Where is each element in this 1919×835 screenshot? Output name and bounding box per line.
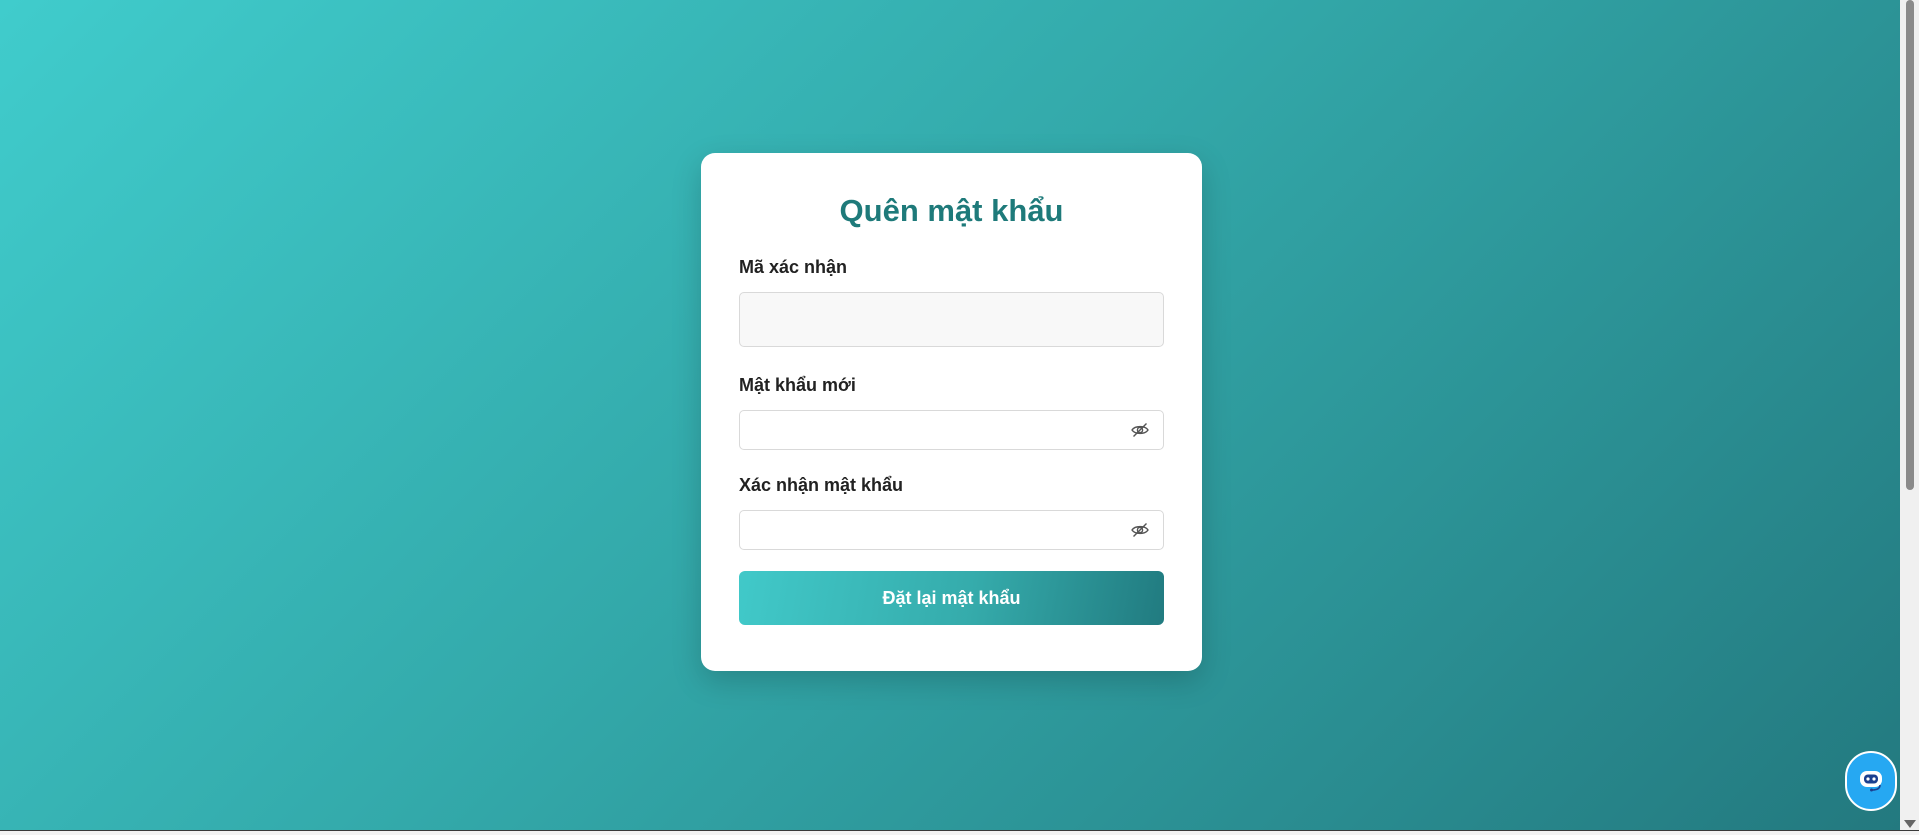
new-password-label: Mật khẩu mới bbox=[739, 375, 856, 395]
new-password-field-wrap bbox=[739, 410, 1164, 450]
window-bottom-edge bbox=[0, 830, 1919, 835]
chatbot-button[interactable] bbox=[1845, 751, 1897, 811]
scrollbar-thumb[interactable] bbox=[1906, 0, 1914, 490]
scroll-down-arrow-icon[interactable] bbox=[1904, 820, 1916, 828]
confirm-password-label: Xác nhận mật khẩu bbox=[739, 475, 904, 495]
reset-password-card: Quên mật khẩu Mã xác nhận Mật khẩu mới X… bbox=[701, 153, 1202, 671]
code-field-wrap bbox=[739, 292, 1164, 347]
confirm-password-field-wrap bbox=[739, 510, 1164, 550]
new-password-input[interactable] bbox=[739, 410, 1164, 450]
reset-password-button[interactable]: Đặt lại mật khẩu bbox=[739, 571, 1164, 625]
eye-off-icon[interactable] bbox=[1130, 420, 1150, 440]
code-label: Mã xác nhận bbox=[739, 257, 848, 277]
vertical-scrollbar[interactable] bbox=[1900, 0, 1919, 830]
chatbot-icon bbox=[1856, 764, 1886, 799]
code-input[interactable] bbox=[739, 292, 1164, 347]
eye-off-icon[interactable] bbox=[1130, 520, 1150, 540]
page-title: Quên mật khẩu bbox=[839, 193, 1064, 228]
confirm-password-input[interactable] bbox=[739, 510, 1164, 550]
